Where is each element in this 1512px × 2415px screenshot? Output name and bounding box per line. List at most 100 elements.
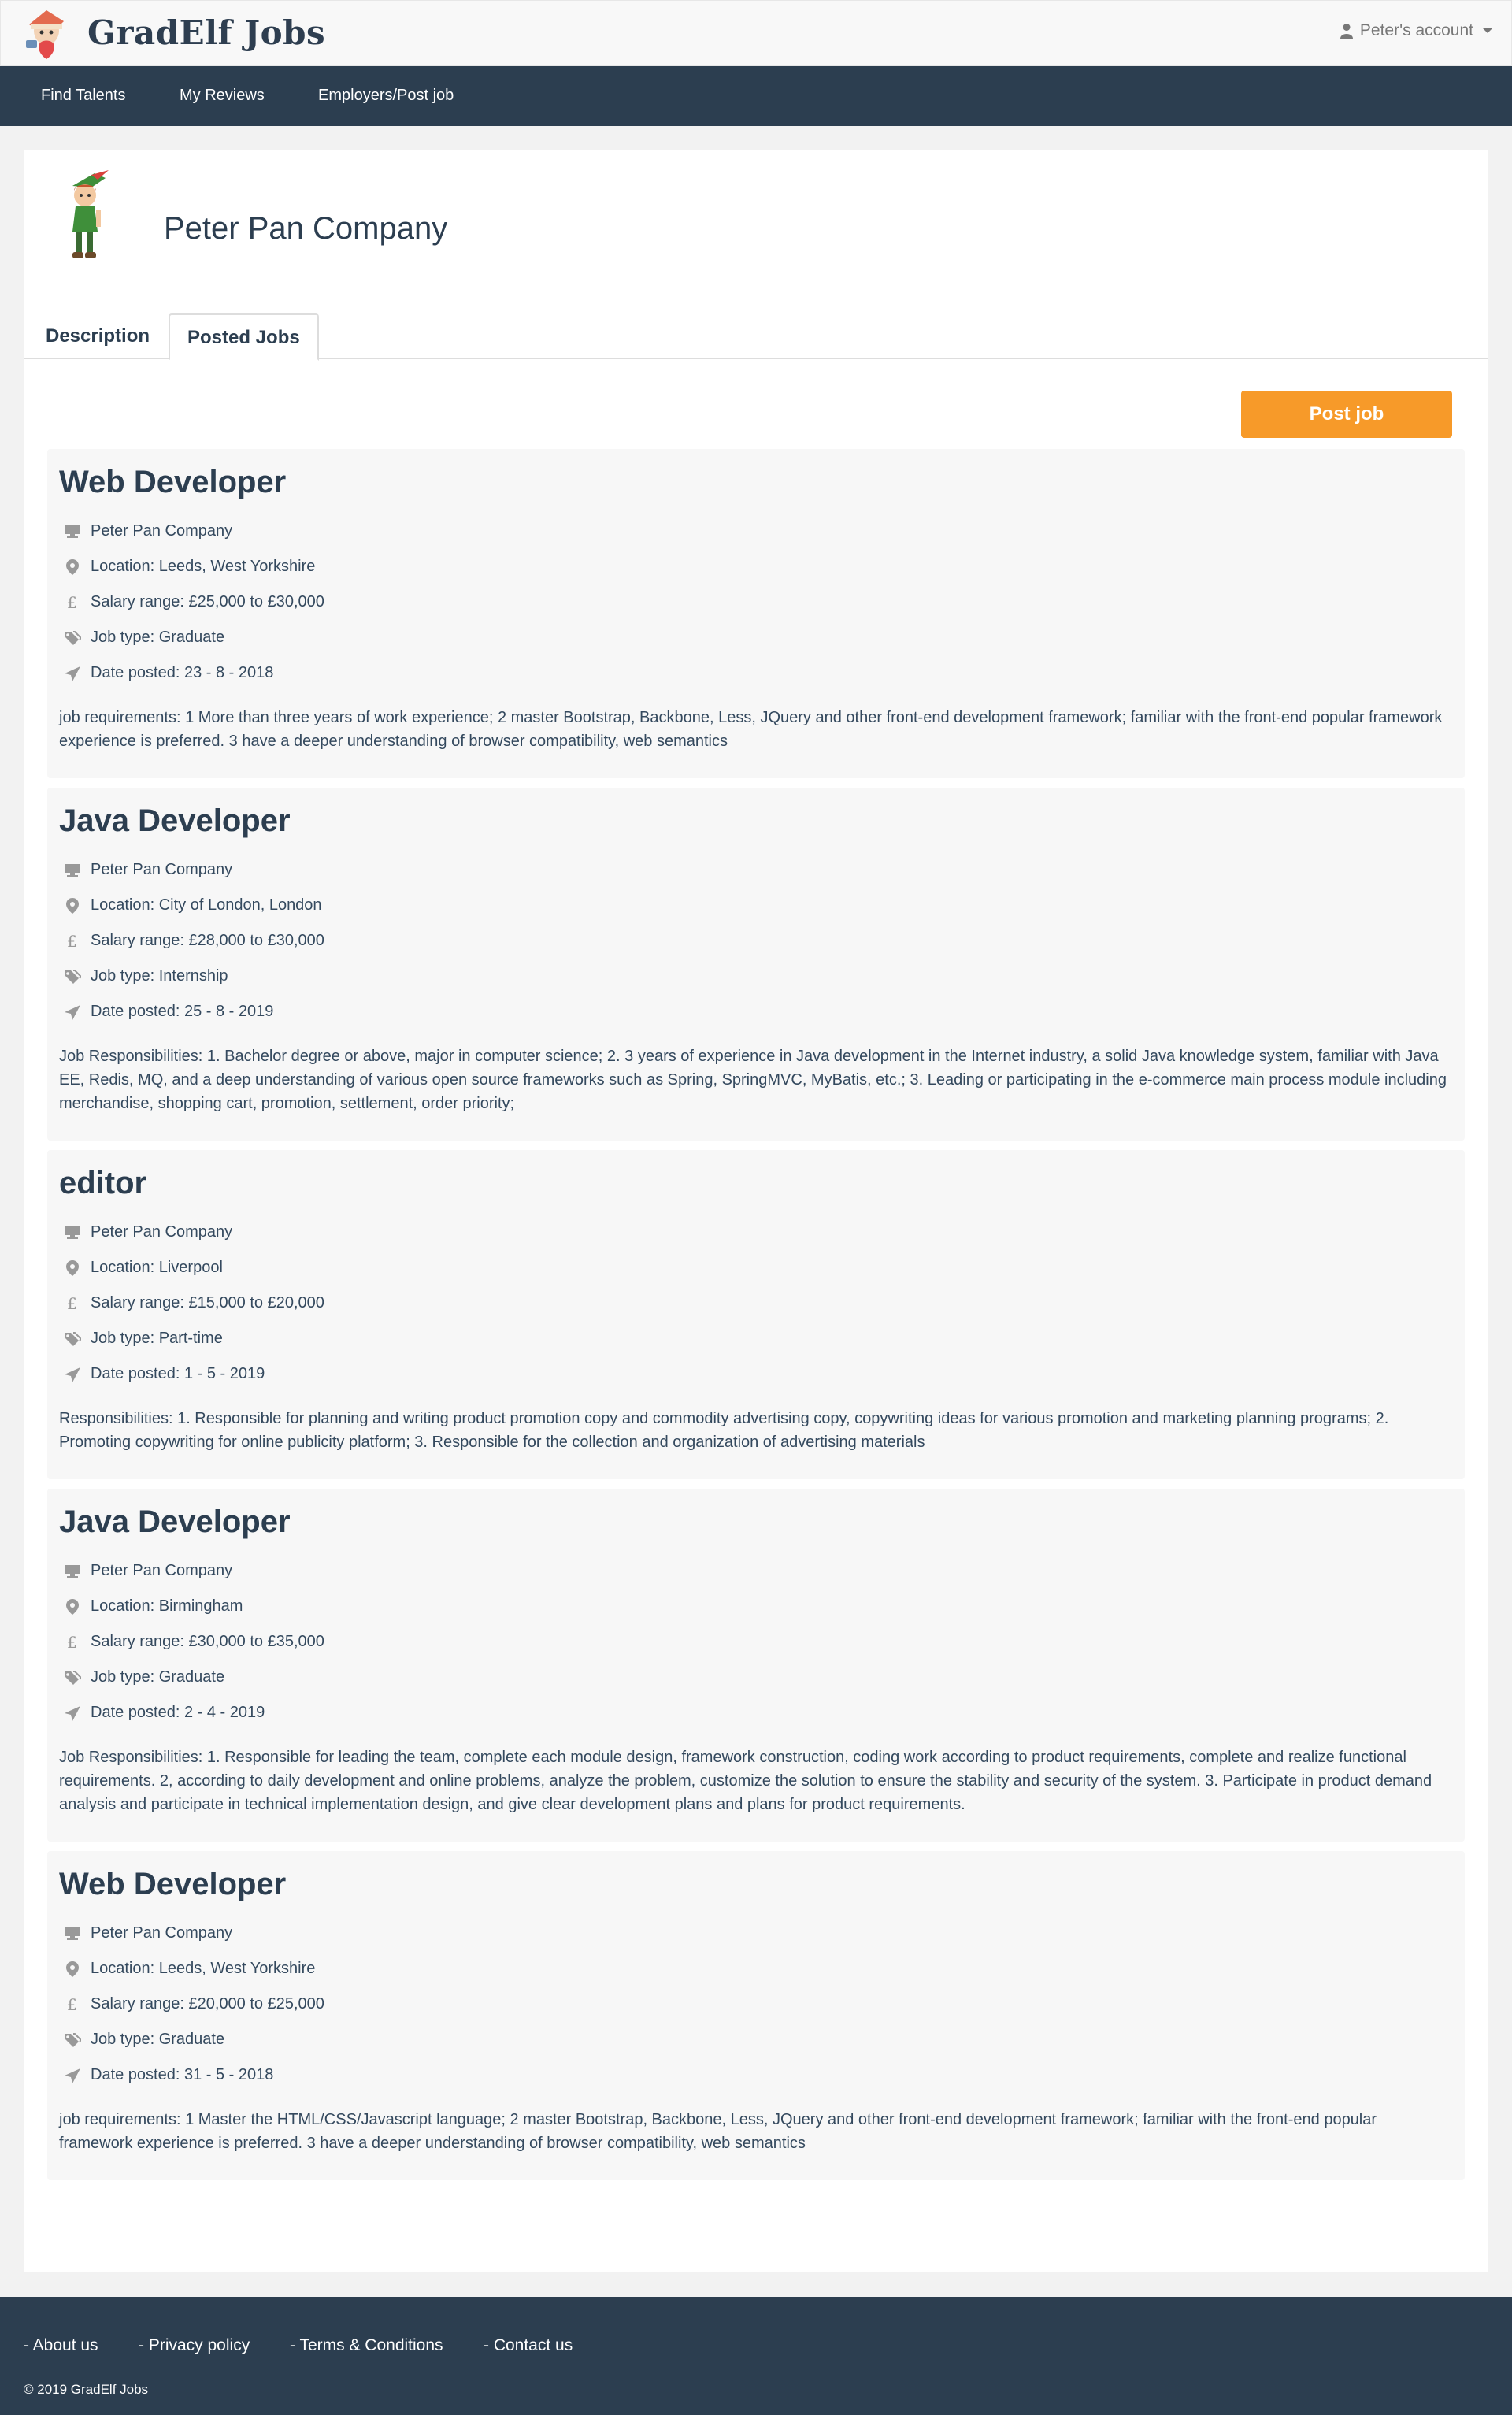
job-type: Job type: Part-time	[91, 1330, 223, 1347]
job-location-row: Location: Birmingham	[59, 1589, 1453, 1624]
job-date-posted-row: Date posted: 25 - 8 - 2019	[59, 994, 1453, 1029]
pound-icon: £	[59, 1295, 91, 1312]
job-date-posted-row: Date posted: 23 - 8 - 2018	[59, 655, 1453, 691]
job-type: Job type: Graduate	[91, 629, 225, 646]
brand-title[interactable]: GradElf Jobs	[87, 13, 325, 52]
job-card[interactable]: Java Developer Peter Pan Company Location:…	[47, 1489, 1465, 1842]
send-icon	[59, 1366, 91, 1383]
job-type: Job type: Graduate	[91, 2031, 225, 2048]
job-location: Location: Leeds, West Yorkshire	[91, 1960, 316, 1977]
job-type-row: Job type: Graduate	[59, 1660, 1453, 1695]
tags-icon	[59, 1330, 91, 1348]
job-title[interactable]: Web Developer	[59, 1867, 286, 1902]
job-meta: Peter Pan Company Location: Leeds, West Y…	[59, 514, 1453, 691]
job-salary: Salary range: £25,000 to £30,000	[91, 593, 324, 610]
job-date-posted: Date posted: 1 - 5 - 2019	[91, 1365, 265, 1382]
location-pin-icon	[59, 558, 91, 576]
tags-icon	[59, 968, 91, 985]
copyright: © 2019 GradElf Jobs	[24, 2382, 149, 2397]
footer-privacy-policy[interactable]: - Privacy policy	[139, 2336, 250, 2355]
job-salary-row: £ Salary range: £28,000 to £30,000	[59, 923, 1453, 959]
job-company: Peter Pan Company	[91, 1223, 233, 1241]
peter-pan-avatar-icon	[72, 170, 109, 258]
user-icon	[1340, 24, 1353, 39]
send-icon	[59, 665, 91, 682]
job-card[interactable]: Web Developer Peter Pan Company Location: …	[47, 449, 1465, 778]
main-nav: Find Talents My Reviews Employers/Post j…	[0, 66, 1512, 126]
job-date-posted-row: Date posted: 2 - 4 - 2019	[59, 1695, 1453, 1731]
nav-my-reviews[interactable]: My Reviews	[180, 87, 265, 105]
job-company-row: Peter Pan Company	[59, 1916, 1453, 1951]
caret-down-icon	[1483, 28, 1492, 33]
tags-icon	[59, 629, 91, 647]
company-panel: Peter Pan Company Description Posted Job…	[24, 150, 1488, 2272]
job-company: Peter Pan Company	[91, 861, 233, 878]
job-company-row: Peter Pan Company	[59, 852, 1453, 888]
job-company: Peter Pan Company	[91, 1562, 233, 1579]
job-date-posted-row: Date posted: 1 - 5 - 2019	[59, 1356, 1453, 1392]
job-company: Peter Pan Company	[91, 522, 233, 540]
job-description: Job Responsibilities: 1. Responsible for…	[59, 1749, 1432, 1813]
job-card[interactable]: Web Developer Peter Pan Company Location: …	[47, 1851, 1465, 2180]
job-location-row: Location: Leeds, West Yorkshire	[59, 549, 1453, 584]
top-bar: GradElf Jobs Peter's account	[0, 0, 1512, 66]
job-location: Location: Leeds, West Yorkshire	[91, 558, 316, 575]
job-meta: Peter Pan Company Location: Birmingham £ Sa…	[59, 1553, 1453, 1731]
svg-text:£: £	[67, 1295, 77, 1312]
svg-text:£: £	[67, 1634, 77, 1651]
job-location: Location: Liverpool	[91, 1259, 223, 1276]
job-type-row: Job type: Internship	[59, 959, 1453, 994]
job-description: Responsibilities: 1. Responsible for pla…	[59, 1410, 1389, 1451]
svg-text:£: £	[67, 1996, 77, 2013]
send-icon	[59, 1705, 91, 1722]
job-company-row: Peter Pan Company	[59, 1553, 1453, 1589]
job-type-row: Job type: Graduate	[59, 2022, 1453, 2057]
job-meta: Peter Pan Company Location: Liverpool £ Sal…	[59, 1215, 1453, 1392]
pound-icon: £	[59, 594, 91, 611]
nav-employers-post-job[interactable]: Employers/Post job	[318, 87, 454, 105]
job-title[interactable]: Web Developer	[59, 465, 286, 500]
job-salary-row: £ Salary range: £15,000 to £20,000	[59, 1285, 1453, 1321]
job-description: job requirements: 1 More than three year…	[59, 709, 1443, 750]
job-type-row: Job type: Graduate	[59, 620, 1453, 655]
job-salary-row: £ Salary range: £25,000 to £30,000	[59, 584, 1453, 620]
footer-terms-conditions[interactable]: - Terms & Conditions	[290, 2336, 443, 2355]
send-icon	[59, 1003, 91, 1021]
nav-find-talents[interactable]: Find Talents	[41, 87, 125, 105]
account-menu[interactable]: Peter's account	[1340, 21, 1492, 40]
job-salary: Salary range: £15,000 to £20,000	[91, 1294, 324, 1311]
job-meta: Peter Pan Company Location: Leeds, West Y…	[59, 1916, 1453, 2093]
job-title[interactable]: editor	[59, 1166, 146, 1201]
job-type: Job type: Internship	[91, 967, 228, 985]
job-date-posted: Date posted: 2 - 4 - 2019	[91, 1704, 265, 1721]
pound-icon: £	[59, 1634, 91, 1651]
job-company-row: Peter Pan Company	[59, 1215, 1453, 1250]
footer-about-us[interactable]: - About us	[24, 2336, 98, 2355]
job-type: Job type: Graduate	[91, 1668, 225, 1686]
tags-icon	[59, 2031, 91, 2049]
company-icon	[59, 1925, 91, 1942]
job-title[interactable]: Java Developer	[59, 803, 291, 839]
tab-description[interactable]: Description	[28, 313, 167, 359]
pound-icon: £	[59, 933, 91, 950]
job-salary-row: £ Salary range: £20,000 to £25,000	[59, 1987, 1453, 2022]
tags-icon	[59, 1669, 91, 1686]
company-icon	[59, 1224, 91, 1241]
location-pin-icon	[59, 897, 91, 914]
job-date-posted: Date posted: 23 - 8 - 2018	[91, 664, 274, 681]
post-job-button[interactable]: Post job	[1241, 391, 1452, 438]
footer-contact-us[interactable]: - Contact us	[484, 2336, 573, 2355]
job-salary: Salary range: £28,000 to £30,000	[91, 932, 324, 949]
job-location: Location: Birmingham	[91, 1597, 243, 1615]
job-location-row: Location: Liverpool	[59, 1250, 1453, 1285]
job-location: Location: City of London, London	[91, 896, 322, 914]
elf-mascot-logo-icon[interactable]	[23, 7, 72, 61]
job-card[interactable]: editor Peter Pan Company Location: Liverpo…	[47, 1150, 1465, 1479]
job-company-row: Peter Pan Company	[59, 514, 1453, 549]
job-card[interactable]: Java Developer Peter Pan Company Location:…	[47, 788, 1465, 1141]
job-title[interactable]: Java Developer	[59, 1504, 291, 1540]
tab-posted-jobs[interactable]: Posted Jobs	[169, 313, 319, 361]
job-date-posted-row: Date posted: 31 - 5 - 2018	[59, 2057, 1453, 2093]
company-icon	[59, 862, 91, 879]
company-name: Peter Pan Company	[164, 211, 448, 246]
